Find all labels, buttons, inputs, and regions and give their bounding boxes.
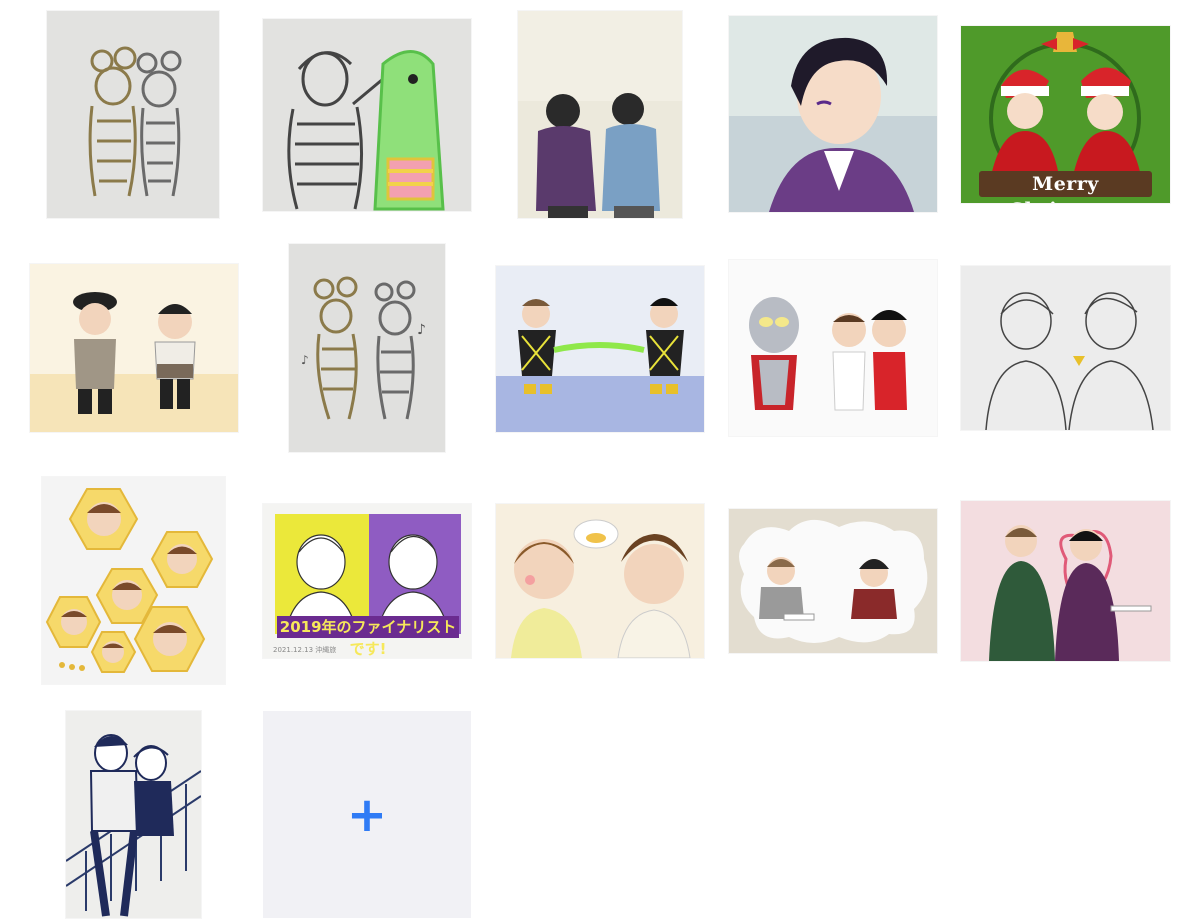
gallery-thumbnail[interactable]: Merry Christmas: [961, 26, 1170, 203]
gallery-thumbnail[interactable]: [496, 266, 704, 432]
gallery-thumbnail[interactable]: 2019年のファイナリストです! 2021.12.13 沖縄旅: [263, 504, 471, 658]
svg-text:♪: ♪: [417, 322, 426, 338]
gallery-thumbnail[interactable]: [518, 11, 682, 218]
thumbnail-image: ♪ ♪: [289, 244, 445, 452]
gallery-thumbnail[interactable]: [729, 16, 937, 212]
thumbnail-image: [729, 16, 937, 212]
plus-icon: +: [346, 786, 388, 843]
finalist-banner: 2019年のファイナリストです!: [277, 616, 459, 658]
gallery-thumbnail[interactable]: [42, 477, 225, 684]
gallery-thumbnail[interactable]: ♪ ♪: [289, 244, 445, 452]
gallery-thumbnail[interactable]: [961, 266, 1170, 430]
svg-text:♪: ♪: [301, 353, 309, 367]
tile-caption: 2021.12.13 沖縄旅: [273, 646, 337, 654]
thumbnail-image: [47, 11, 219, 218]
gallery-thumbnail[interactable]: [961, 501, 1170, 661]
thumbnail-image: [496, 504, 704, 658]
gallery-thumbnail[interactable]: [30, 264, 238, 432]
thumbnail-image: [961, 266, 1170, 430]
thumbnail-image: [961, 501, 1170, 661]
add-photo-button[interactable]: +: [263, 711, 471, 918]
gallery-thumbnail[interactable]: [66, 711, 201, 918]
merry-christmas-caption: Merry Christmas: [979, 171, 1152, 203]
thumbnail-image: [518, 11, 682, 218]
thumbnail-image: [496, 266, 704, 432]
gallery-thumbnail[interactable]: [263, 19, 471, 211]
thumbnail-image: [263, 19, 471, 211]
gallery-thumbnail[interactable]: [47, 11, 219, 218]
gallery-thumbnail[interactable]: [496, 504, 704, 658]
thumbnail-image: [66, 711, 201, 918]
thumbnail-image: [30, 264, 238, 432]
thumbnail-image: [42, 477, 225, 684]
gallery-thumbnail[interactable]: [729, 260, 937, 436]
gallery-thumbnail[interactable]: [729, 509, 937, 653]
thumbnail-image: [729, 509, 937, 653]
thumbnail-image: [729, 260, 937, 436]
